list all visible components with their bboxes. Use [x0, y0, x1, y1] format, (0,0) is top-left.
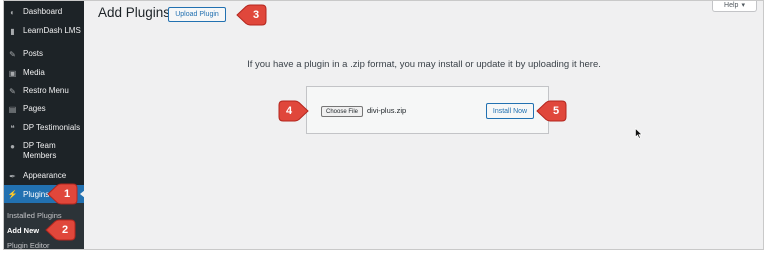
- brush-icon: ✒: [9, 171, 16, 181]
- sidebar-item-label: LearnDash LMS: [23, 26, 81, 35]
- upload-instructions: If you have a plugin in a .zip format, y…: [247, 59, 601, 70]
- callout-number: 4: [285, 105, 293, 117]
- sidebar-item-label: Restro Menu: [23, 86, 69, 95]
- pin-icon: ✎: [9, 49, 16, 59]
- upload-form: Choose File divi-plus.zip Install Now: [306, 86, 549, 134]
- media-icon: ▣: [8, 68, 17, 78]
- mouse-cursor-icon: [635, 128, 643, 139]
- sidebar-item-label: DP Testimonials: [23, 123, 81, 132]
- quote-icon: ❝: [10, 123, 15, 133]
- callout-number: 2: [61, 224, 69, 236]
- sidebar-item-label: Posts: [23, 49, 44, 58]
- upload-plugin-button[interactable]: Upload Plugin: [168, 7, 226, 22]
- install-now-button[interactable]: Install Now: [486, 103, 534, 119]
- submenu-add-new[interactable]: Add New: [7, 226, 39, 235]
- callout-2: 2: [45, 218, 77, 242]
- learndash-icon: ▮: [10, 26, 15, 36]
- callout-3: 3: [236, 3, 268, 27]
- sidebar-item-dp-testimonials[interactable]: ❝ DP Testimonials: [4, 123, 84, 134]
- callout-1: 1: [47, 182, 79, 206]
- pages-icon: ▤: [8, 104, 17, 114]
- plugins-icon: ⚡: [7, 189, 18, 199]
- screenshot-frame: ◐ Dashboard ▮ LearnDash LMS ✎ Posts ▣ Me…: [3, 0, 764, 250]
- sidebar-item-restro-menu[interactable]: ✎ Restro Menu: [4, 86, 84, 97]
- selected-file-name: divi-plus.zip: [367, 106, 407, 115]
- sidebar-item-appearance[interactable]: ✒ Appearance: [4, 171, 84, 182]
- sidebar-item-label: Pages: [23, 104, 46, 113]
- admin-sidebar: ◐ Dashboard ▮ LearnDash LMS ✎ Posts ▣ Me…: [4, 1, 85, 249]
- sidebar-item-label: Plugins: [23, 189, 50, 199]
- triangle-down-icon: ▾: [741, 2, 745, 9]
- submenu-plugin-editor[interactable]: Plugin Editor: [7, 241, 50, 249]
- sidebar-item-dp-team-members[interactable]: ● DP Team Members: [4, 141, 84, 161]
- pin-icon: ✎: [9, 86, 16, 96]
- sidebar-item-media[interactable]: ▣ Media: [4, 68, 84, 79]
- dashboard-icon: ◐: [10, 7, 15, 17]
- sidebar-item-label: Media: [23, 68, 45, 77]
- page-title: Add Plugins: [98, 5, 171, 20]
- person-icon: ●: [10, 141, 15, 151]
- active-menu-arrow: [80, 190, 85, 198]
- sidebar-item-label: DP Team Members: [23, 141, 57, 160]
- sidebar-item-label: Appearance: [23, 171, 67, 180]
- sidebar-item-label: Dashboard: [23, 7, 63, 16]
- help-tab[interactable]: Help ▾: [712, 1, 757, 12]
- callout-number: 1: [63, 188, 71, 200]
- sidebar-item-dashboard[interactable]: ◐ Dashboard: [4, 7, 84, 18]
- callout-5: 5: [536, 99, 568, 123]
- help-label: Help: [724, 1, 739, 9]
- callout-number: 5: [552, 105, 560, 117]
- callout-4: 4: [277, 99, 309, 123]
- sidebar-item-learndash[interactable]: ▮ LearnDash LMS: [4, 26, 84, 37]
- sidebar-item-pages[interactable]: ▤ Pages: [4, 104, 84, 115]
- sidebar-item-posts[interactable]: ✎ Posts: [4, 49, 84, 60]
- choose-file-button[interactable]: Choose File: [321, 106, 363, 117]
- callout-number: 3: [252, 9, 260, 21]
